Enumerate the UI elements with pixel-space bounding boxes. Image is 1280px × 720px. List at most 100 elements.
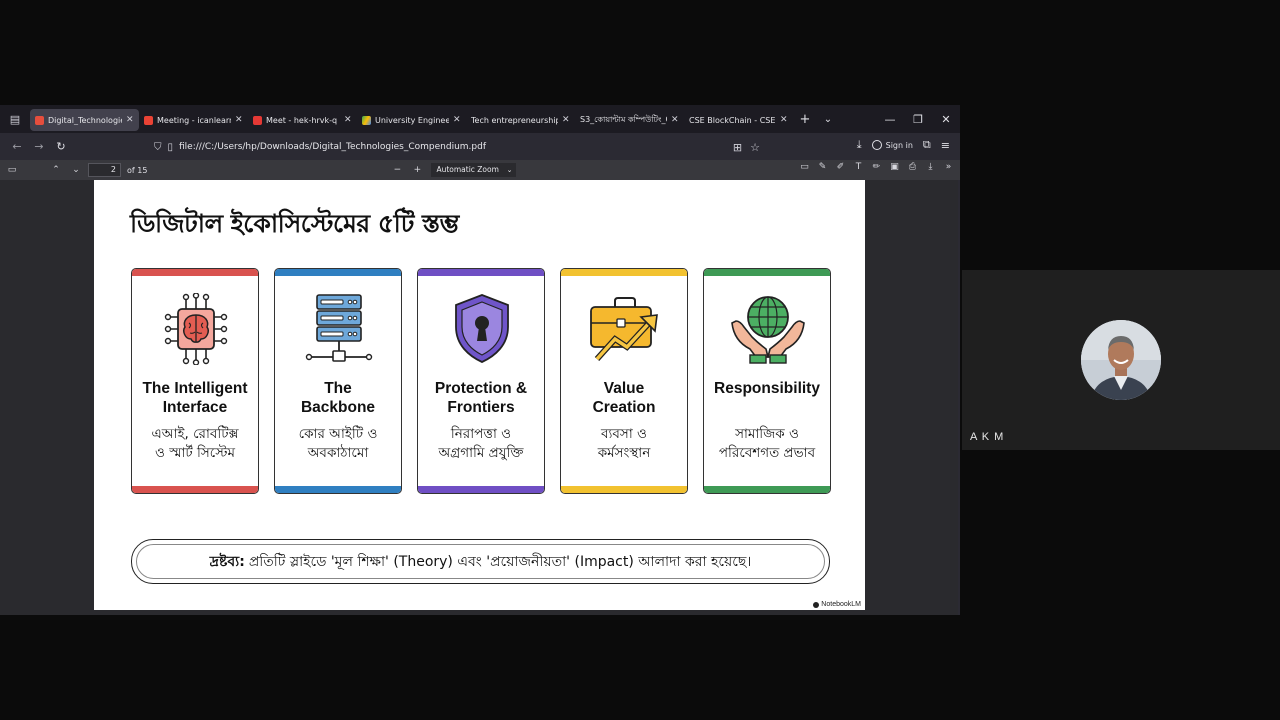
pen-icon[interactable]: ✏ <box>869 162 884 172</box>
tab-tech[interactable]: Tech entrepreneurship and ✕ <box>466 109 575 131</box>
card-subtitle: ব্যবসা ও কর্মসংস্থান <box>597 426 651 461</box>
tab-title: Meet - hek-hrvk-q <box>266 115 338 125</box>
pdf-tools: ▭ ✎ ✐ T ✏ ▣ ⎙ ⤓ » <box>797 162 956 172</box>
forward-icon[interactable]: → <box>28 140 50 153</box>
save-icon[interactable]: ⤓ <box>923 162 938 172</box>
card-accent-bottom <box>704 486 830 493</box>
previous-page-icon[interactable]: ⌃ <box>46 165 66 175</box>
tab-quantum[interactable]: S3_কোয়ান্টাম কম্পিউটিং_C ✕ <box>575 109 684 131</box>
close-window-icon[interactable]: ✕ <box>932 113 960 126</box>
tab-title: Tech entrepreneurship and <box>471 115 558 125</box>
pillar-card-backbone: The Backbone কোর আইটি ও অবকাঠামো <box>274 268 402 494</box>
participant-avatar <box>1081 320 1161 400</box>
card-subtitle: এআই, রোবটিক্স ও স্মার্ট সিস্টেম <box>151 426 239 461</box>
address-bar[interactable]: ⛉ ▯ file:///C:/Users/hp/Downloads/Digita… <box>148 137 766 157</box>
participant-video-tile[interactable]: A K M <box>962 270 1280 450</box>
tab-title: University Engineering <box>375 115 449 125</box>
card-subtitle: নিরাপত্তা ও অগ্রগামি প্রযুক্তি <box>438 426 524 461</box>
close-tab-icon[interactable]: ✕ <box>235 115 243 125</box>
menu-icon[interactable]: ≡ <box>941 139 950 152</box>
highlight-icon[interactable]: ✎ <box>815 162 830 172</box>
sign-in-button[interactable]: Sign in <box>871 140 913 150</box>
pillar-card-protection: Protection & Frontiers নিরাপত্তা ও অগ্রগাম… <box>417 268 545 494</box>
pdf-viewer[interactable]: ডিজিটাল ইকোসিস্টেমের ৫টি স্তম্ভ The Inte… <box>0 180 958 615</box>
reload-icon[interactable]: ↻ <box>50 140 72 153</box>
tab-drive[interactable]: University Engineering ✕ <box>357 109 466 131</box>
tab-gmail[interactable]: Meeting - icanlearn24 ✕ <box>139 109 248 131</box>
close-tab-icon[interactable]: ✕ <box>344 115 352 125</box>
card-accent-top <box>275 269 401 276</box>
next-page-icon[interactable]: ⌄ <box>66 165 86 175</box>
close-tab-icon[interactable]: ✕ <box>126 115 134 125</box>
tab-title: CSE BlockChain - CSE Bloc <box>689 115 776 125</box>
url-text[interactable]: file:///C:/Users/hp/Downloads/Digital_Te… <box>179 142 486 152</box>
participant-name: A K M <box>970 431 1005 443</box>
window-controls: — ❐ ✕ <box>876 113 960 126</box>
card-accent-bottom <box>418 486 544 493</box>
zoom-out-icon[interactable]: − <box>387 165 407 175</box>
page-number-input[interactable]: 2 <box>88 163 121 177</box>
comment-icon[interactable]: ▭ <box>797 162 812 172</box>
card-subtitle: কোর আইটি ও অবকাঠামো <box>298 426 378 461</box>
tab-blockchain[interactable]: CSE BlockChain - CSE Bloc ✕ <box>684 109 793 131</box>
more-tools-icon[interactable]: » <box>941 162 956 172</box>
note-text: প্রতিটি স্লাইডে 'মূল শিক্ষা' (Theory) এব… <box>248 553 752 570</box>
meet-favicon-icon <box>253 115 262 125</box>
sidebar-toggle-icon[interactable]: ▭ <box>2 165 22 175</box>
tab-bar: ▤ Digital_Technologies_Com ✕ Meeting - i… <box>0 105 960 133</box>
downloads-icon[interactable]: ⤓ <box>857 138 862 152</box>
text-icon[interactable]: T <box>851 162 866 172</box>
notebooklm-logo-icon <box>813 601 820 608</box>
shield-lock-icon <box>455 294 509 363</box>
card-accent-top <box>561 269 687 276</box>
extensions-icon[interactable]: ⧉ <box>923 138 931 152</box>
briefcase-growth-icon <box>590 297 658 362</box>
gmail-favicon-icon <box>144 115 153 125</box>
shield-icon[interactable]: ⛉ <box>154 142 162 153</box>
restore-icon[interactable]: ❐ <box>904 113 932 126</box>
close-tab-icon[interactable]: ✕ <box>453 115 461 125</box>
bookmark-star-icon[interactable]: ☆ <box>750 141 760 154</box>
pillar-card-value-creation: Value Creation ব্যবসা ও কর্মসংস্থান <box>560 268 688 494</box>
tab-meet[interactable]: Meet - hek-hrvk-q ✕ <box>248 109 357 131</box>
browser-window: ▤ Digital_Technologies_Com ✕ Meeting - i… <box>0 105 960 615</box>
page-icon: ▯ <box>167 141 174 153</box>
zoom-value: Automatic Zoom <box>436 165 499 174</box>
pillar-card-responsibility: Responsibility সামাজিক ও পরিবেশগত প্রভাব <box>703 268 831 494</box>
note-banner: দ্রষ্টব্য: প্রতিটি স্লাইডে 'মূল শিক্ষা' … <box>131 539 830 584</box>
card-accent-top <box>132 269 258 276</box>
pdf-toolbar: ▭ ⌃ ⌄ 2 of 15 − + Automatic Zoom ⌄ ▭ ✎ ✐… <box>0 160 960 180</box>
note-label: দ্রষ্টব্য: <box>209 553 245 570</box>
person-photo-icon <box>1081 320 1161 400</box>
card-accent-bottom <box>275 486 401 493</box>
tab-title: Digital_Technologies_Com <box>48 115 122 125</box>
drive-favicon-icon <box>362 115 371 125</box>
card-title: The Intelligent Interface <box>142 380 248 416</box>
install-icon[interactable]: ⊞ <box>733 141 742 154</box>
card-title: Responsibility <box>714 380 820 397</box>
tab-pdf[interactable]: Digital_Technologies_Com ✕ <box>30 109 139 131</box>
print-icon[interactable]: ⎙ <box>905 162 920 172</box>
screen: ▤ Digital_Technologies_Com ✕ Meeting - i… <box>0 0 1280 720</box>
chevron-down-icon: ⌄ <box>506 166 513 174</box>
back-icon[interactable]: ← <box>6 140 28 153</box>
globe-hands-icon <box>731 296 805 364</box>
tab-list-button[interactable]: ▤ <box>0 105 30 133</box>
zoom-in-icon[interactable]: + <box>407 165 427 175</box>
card-accent-bottom <box>132 486 258 493</box>
chevron-down-icon[interactable]: ⌄ <box>817 114 839 125</box>
new-tab-icon[interactable]: + <box>793 112 817 127</box>
card-title: Value Creation <box>592 380 656 416</box>
close-tab-icon[interactable]: ✕ <box>562 115 570 125</box>
draw-icon[interactable]: ✐ <box>833 162 848 172</box>
card-title: The Backbone <box>300 380 376 416</box>
zoom-select[interactable]: Automatic Zoom ⌄ <box>431 163 517 177</box>
brain-chip-icon <box>164 293 228 365</box>
close-tab-icon[interactable]: ✕ <box>780 115 788 125</box>
toolbar-right: ⤓ Sign in ⧉ ≡ <box>857 138 950 152</box>
minimize-icon[interactable]: — <box>876 113 904 126</box>
pdf-page: ডিজিটাল ইকোসিস্টেমের ৫টি স্তম্ভ The Inte… <box>94 180 865 610</box>
server-stack-icon <box>305 294 373 362</box>
image-icon[interactable]: ▣ <box>887 162 902 172</box>
close-tab-icon[interactable]: ✕ <box>671 115 679 125</box>
